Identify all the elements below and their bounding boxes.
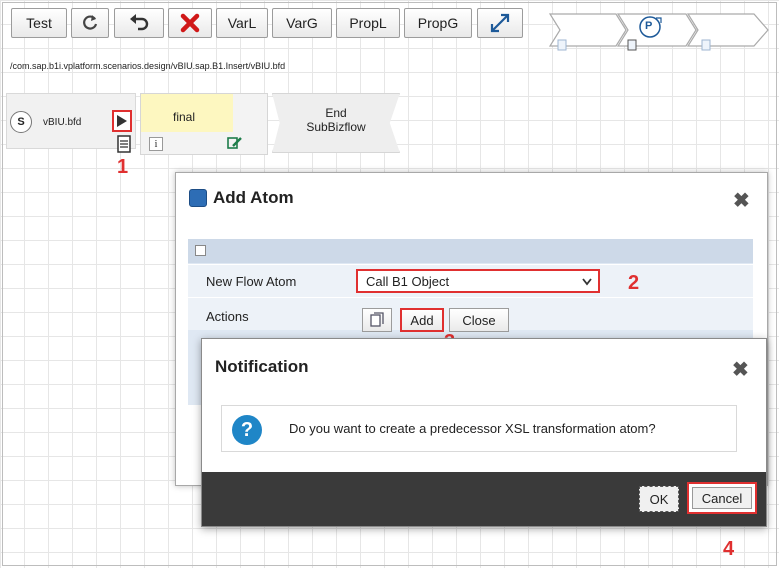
add-atom-play-button[interactable]	[112, 110, 132, 132]
varg-button-label: VarG	[286, 15, 318, 31]
close-button-label: Close	[462, 312, 496, 328]
new-flow-atom-value: Call B1 Object	[366, 274, 450, 289]
ok-button-label: OK	[649, 491, 669, 507]
mini-doc-icon-3	[701, 39, 711, 51]
copy-icon	[370, 312, 384, 327]
notification-message: Do you want to create a predecessor XSL …	[289, 421, 656, 436]
varl-button[interactable]: VarL	[216, 8, 268, 38]
expand-icon	[490, 13, 510, 33]
question-icon: ?	[232, 415, 262, 445]
new-flow-atom-label: New Flow Atom	[206, 274, 297, 289]
propl-button[interactable]: PropL	[336, 8, 400, 38]
final-atom-label: final	[173, 110, 196, 124]
test-button[interactable]: Test	[11, 8, 67, 38]
varl-button-label: VarL	[227, 15, 257, 31]
chevron-down-icon	[582, 278, 592, 286]
end-label-line2: SubBizflow	[306, 120, 366, 134]
dialog-app-icon	[189, 189, 207, 207]
new-flow-atom-select[interactable]: Call B1 Object	[356, 269, 600, 293]
propg-button-label: PropG	[417, 15, 459, 31]
start-badge: S	[10, 111, 32, 133]
end-label-line1: End	[325, 106, 347, 120]
delete-x-icon	[180, 13, 200, 33]
notification-close-icon[interactable]: ✖	[732, 357, 749, 382]
undo-button[interactable]	[114, 8, 164, 38]
edit-icon[interactable]	[227, 136, 243, 150]
process-label: P	[645, 20, 653, 32]
actions-label: Actions	[206, 309, 249, 324]
cancel-button-highlight: Cancel	[687, 482, 757, 514]
ok-button[interactable]: OK	[639, 486, 679, 512]
notification-footer: OK Cancel	[202, 472, 766, 526]
close-button[interactable]: Close	[449, 308, 509, 332]
start-file-name: vBIU.bfd	[43, 117, 82, 128]
info-button[interactable]: i	[149, 137, 163, 151]
propl-button-label: PropL	[349, 15, 387, 31]
add-button[interactable]: Add	[400, 308, 444, 332]
notification-dialog: Notification ✖ ? Do you want to create a…	[201, 338, 767, 527]
notification-title: Notification	[215, 357, 309, 376]
notification-message-box: ? Do you want to create a predecessor XS…	[221, 405, 737, 452]
test-button-label: Test	[26, 15, 52, 31]
copy-button[interactable]	[362, 308, 392, 332]
delete-button[interactable]	[168, 8, 212, 38]
mini-doc-icon-2	[627, 39, 637, 51]
play-icon	[117, 115, 127, 127]
end-subbizflow-node[interactable]: End SubBizflow	[272, 93, 400, 153]
final-atom-node[interactable]: final i	[140, 93, 268, 155]
callout-4: 4	[723, 538, 735, 560]
document-icon[interactable]	[116, 135, 132, 153]
refresh-icon	[83, 15, 98, 30]
mini-flow-step-3	[686, 13, 769, 47]
form-header	[188, 239, 753, 263]
propg-button[interactable]: PropG	[404, 8, 472, 38]
mini-doc-icon-1	[557, 39, 567, 51]
expand-button[interactable]	[477, 8, 523, 38]
add-atom-close-icon[interactable]: ✖	[733, 188, 750, 213]
callout-1: 1	[117, 156, 129, 178]
collapse-toggle[interactable]	[195, 245, 206, 256]
add-button-label: Add	[410, 312, 434, 328]
refresh-button[interactable]	[71, 8, 109, 38]
breadcrumb: /com.sap.b1i.vplatform.scenarios.design/…	[10, 61, 286, 71]
varg-button[interactable]: VarG	[272, 8, 332, 38]
mini-flow-overview	[548, 13, 769, 51]
callout-2: 2	[628, 272, 640, 294]
undo-icon	[130, 14, 149, 31]
add-atom-dialog-title: Add Atom	[213, 188, 294, 207]
cancel-button-label: Cancel	[701, 490, 743, 506]
cancel-button[interactable]: Cancel	[692, 487, 752, 509]
